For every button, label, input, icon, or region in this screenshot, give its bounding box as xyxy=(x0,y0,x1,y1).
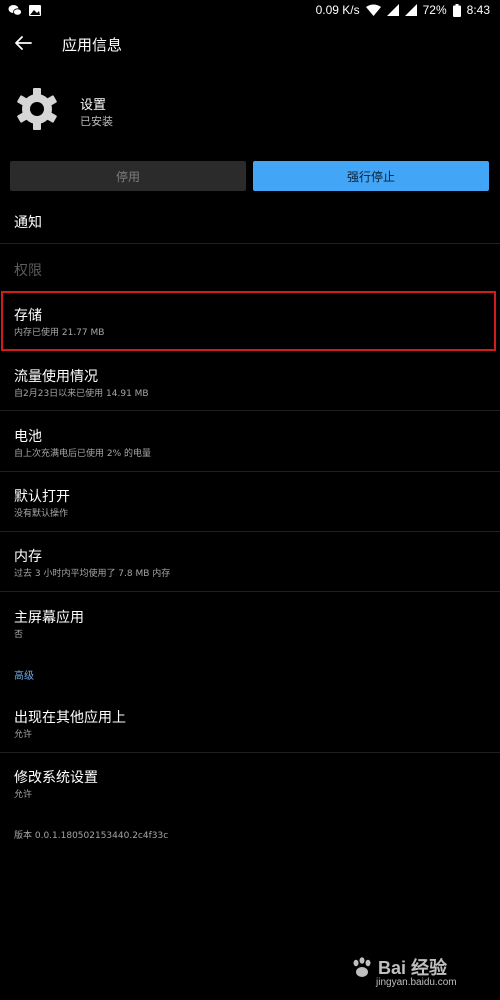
row-title: 默认打开 xyxy=(14,489,70,505)
row-subtitle: 允许 xyxy=(14,730,33,740)
image-icon xyxy=(29,5,41,16)
section-header-advanced: 高级 xyxy=(14,671,34,682)
status-left xyxy=(8,4,42,17)
row-title: 电池 xyxy=(14,429,42,445)
baidu-watermark: Bai 经验 jingyan.baidu.com xyxy=(350,954,490,994)
back-arrow-icon[interactable] xyxy=(12,32,34,54)
row-subtitle: 允许 xyxy=(14,790,33,800)
row-subtitle: 自2月23日以来已使用 14.91 MB xyxy=(14,389,149,399)
row-title: 流量使用情况 xyxy=(14,369,98,385)
page-title: 应用信息 xyxy=(62,36,123,54)
home-app-row[interactable]: 主屏幕应用 否 xyxy=(0,592,500,652)
data-usage-row[interactable]: 流量使用情况 自2月23日以来已使用 14.91 MB xyxy=(0,352,500,410)
app-header: 设置 已安装 xyxy=(0,82,500,142)
wechat-icon xyxy=(8,5,22,16)
row-title: 权限 xyxy=(14,263,42,279)
row-title: 主屏幕应用 xyxy=(14,610,84,626)
row-title: 出现在其他应用上 xyxy=(14,710,126,726)
modify-system-settings-row[interactable]: 修改系统设置 允许 xyxy=(0,753,500,813)
disable-button[interactable]: 停用 xyxy=(10,161,246,191)
gear-icon xyxy=(17,88,57,130)
row-subtitle: 过去 3 小时内平均使用了 7.8 MB 内存 xyxy=(14,569,171,579)
signal-icon xyxy=(404,4,417,16)
memory-row[interactable]: 内存 过去 3 小时内平均使用了 7.8 MB 内存 xyxy=(0,532,500,591)
status-right: 0.09 K/s 72% 8:43 xyxy=(316,3,490,17)
row-title: 通知 xyxy=(14,215,42,231)
wifi-icon xyxy=(365,4,381,16)
row-subtitle: 否 xyxy=(14,630,24,640)
row-subtitle: 自上次充满电后已使用 2% 的电量 xyxy=(14,449,152,459)
clock: 8:43 xyxy=(466,3,490,17)
battery-icon xyxy=(452,3,461,17)
row-title: 内存 xyxy=(14,549,42,565)
highlight-box xyxy=(1,291,496,351)
battery-percent: 72% xyxy=(422,3,447,17)
version-text: 版本 0.0.1.180502153440.2c4f33c xyxy=(14,831,169,841)
app-name: 设置 xyxy=(80,98,107,113)
notifications-row[interactable]: 通知 xyxy=(0,200,500,242)
row-subtitle: 没有默认操作 xyxy=(14,509,69,519)
paw-icon xyxy=(353,957,371,977)
row-title: 修改系统设置 xyxy=(14,770,98,786)
network-speed: 0.09 K/s xyxy=(315,3,360,17)
signal-icon xyxy=(386,4,399,16)
app-install-status: 已安装 xyxy=(80,115,113,128)
open-by-default-row[interactable]: 默认打开 没有默认操作 xyxy=(0,472,500,531)
status-bar: 0.09 K/s 72% 8:43 xyxy=(0,0,500,22)
watermark-url: jingyan.baidu.com xyxy=(376,977,457,988)
app-bar: 应用信息 xyxy=(0,22,500,66)
force-stop-button[interactable]: 强行停止 xyxy=(253,161,489,191)
battery-row[interactable]: 电池 自上次充满电后已使用 2% 的电量 xyxy=(0,411,500,471)
display-over-apps-row[interactable]: 出现在其他应用上 允许 xyxy=(0,692,500,752)
permissions-row: 权限 xyxy=(0,244,500,290)
